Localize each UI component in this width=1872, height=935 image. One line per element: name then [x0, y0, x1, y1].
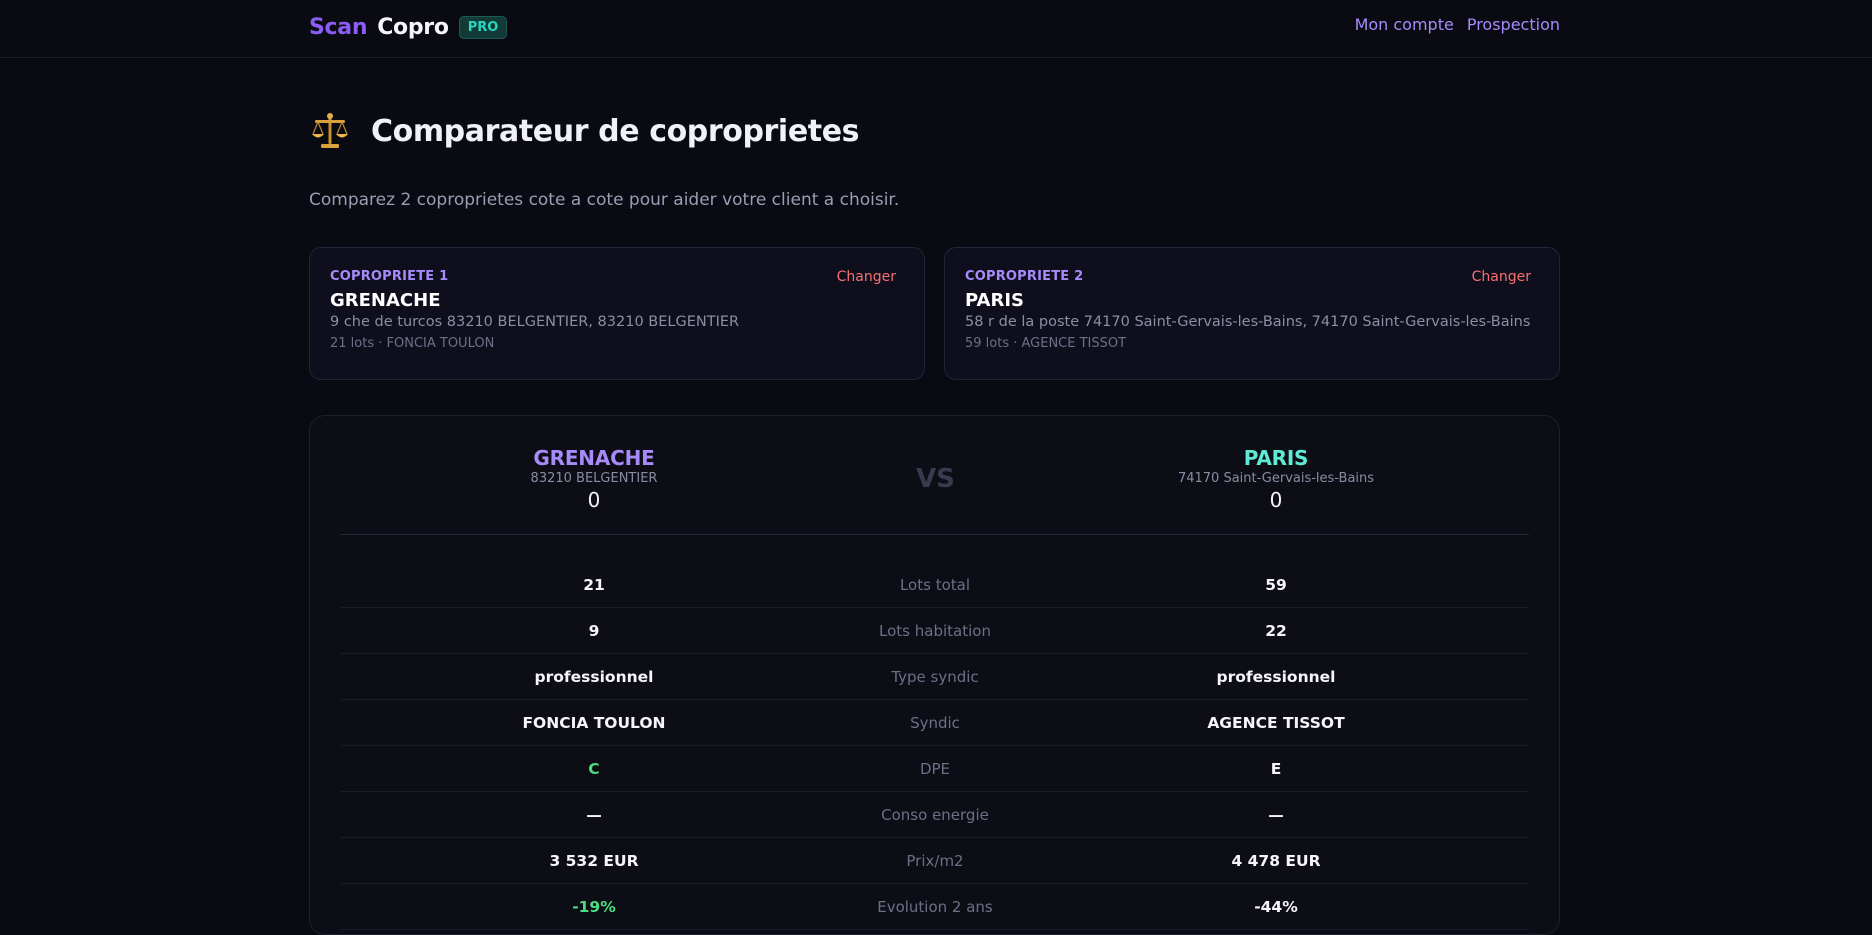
- row-label: Syndic: [910, 714, 960, 732]
- right-value: 22: [1265, 622, 1287, 640]
- left-value: professionnel: [534, 668, 654, 686]
- right-value: -44%: [1254, 898, 1298, 916]
- row-label: Lots habitation: [879, 622, 991, 640]
- left-value: 3 532 EUR: [549, 852, 639, 870]
- left-value: 21: [583, 576, 605, 594]
- right-value: 59: [1265, 576, 1287, 594]
- comparison-panel: GRENACHE 83210 BELGENTIER 0 VS PARIS 741…: [309, 415, 1560, 935]
- left-score: 0: [587, 488, 601, 512]
- left-name: GRENACHE: [533, 446, 655, 470]
- row-label: Type syndic: [891, 668, 979, 686]
- brand-logo[interactable]: Scan Copro PRO: [309, 12, 508, 42]
- table-row: C DPE E: [340, 746, 1529, 792]
- top-navbar: Scan Copro PRO Mon compte Prospection: [0, 0, 1872, 58]
- left-summary: GRENACHE 83210 BELGENTIER 0: [394, 446, 794, 512]
- row-label: Evolution 2 ans: [877, 898, 993, 916]
- left-value: -19%: [572, 898, 616, 916]
- table-row: 9 Lots habitation 22: [340, 608, 1529, 654]
- card-meta: 59 lots · AGENCE TISSOT: [965, 336, 1127, 351]
- left-location: 83210 BELGENTIER: [530, 471, 658, 486]
- copropriete-card-2: COPROPRIETE 2 Changer PARIS 58 r de la p…: [944, 247, 1560, 380]
- row-label: Conso energie: [881, 806, 989, 824]
- right-location: 74170 Saint-Gervais-les-Bains: [1177, 471, 1375, 486]
- page-title: Comparateur de coproprietes: [371, 113, 860, 149]
- nav-link-account[interactable]: Mon compte: [1355, 15, 1454, 34]
- row-label: Lots total: [899, 576, 971, 594]
- card-label: COPROPRIETE 1: [330, 269, 449, 284]
- brand-copro-text: Copro: [377, 14, 449, 40]
- card-name: GRENACHE: [330, 290, 441, 311]
- card-address: 9 che de turcos 83210 BELGENTIER, 83210 …: [330, 314, 740, 330]
- left-value: 9: [588, 622, 600, 640]
- left-value: C: [588, 760, 600, 778]
- comparison-table: 21 Lots total 59 9 Lots habitation 22 pr…: [340, 562, 1529, 930]
- card-label: COPROPRIETE 2: [965, 269, 1084, 284]
- right-name: PARIS: [1243, 446, 1309, 470]
- right-value: professionnel: [1216, 668, 1336, 686]
- card-meta: 21 lots · FONCIA TOULON: [330, 336, 495, 351]
- right-value: E: [1270, 760, 1282, 778]
- table-row: -19% Evolution 2 ans -44%: [340, 884, 1529, 930]
- right-value: AGENCE TISSOT: [1207, 714, 1345, 732]
- table-row: — Conso energie —: [340, 792, 1529, 838]
- left-value: FONCIA TOULON: [522, 714, 666, 732]
- page-header: Comparateur de coproprietes: [309, 110, 860, 152]
- right-summary: PARIS 74170 Saint-Gervais-les-Bains 0: [1076, 446, 1476, 512]
- table-row: 3 532 EUR Prix/m2 4 478 EUR: [340, 838, 1529, 884]
- left-value: —: [586, 806, 602, 824]
- row-label: Prix/m2: [906, 852, 964, 870]
- copropriete-card-1: COPROPRIETE 1 Changer GRENACHE 9 che de …: [309, 247, 925, 380]
- change-button-1[interactable]: Changer: [837, 269, 896, 285]
- balance-scale-icon: [312, 113, 348, 148]
- row-label: DPE: [919, 760, 951, 778]
- top-nav: Mon compte Prospection: [1355, 15, 1560, 34]
- page-subtitle: Comparez 2 coproprietes cote a cote pour…: [309, 190, 900, 210]
- nav-link-prospection[interactable]: Prospection: [1467, 15, 1560, 34]
- card-address: 58 r de la poste 74170 Saint-Gervais-les…: [965, 314, 1531, 330]
- right-value: 4 478 EUR: [1231, 852, 1321, 870]
- table-row: FONCIA TOULON Syndic AGENCE TISSOT: [340, 700, 1529, 746]
- card-name: PARIS: [965, 290, 1024, 311]
- table-row: professionnel Type syndic professionnel: [340, 654, 1529, 700]
- divider: [340, 534, 1529, 535]
- table-row: 21 Lots total 59: [340, 562, 1529, 608]
- brand-scan-text: Scan: [309, 14, 368, 40]
- right-score: 0: [1269, 488, 1283, 512]
- pro-badge: PRO: [458, 15, 508, 39]
- right-value: —: [1268, 806, 1284, 824]
- change-button-2[interactable]: Changer: [1472, 269, 1531, 285]
